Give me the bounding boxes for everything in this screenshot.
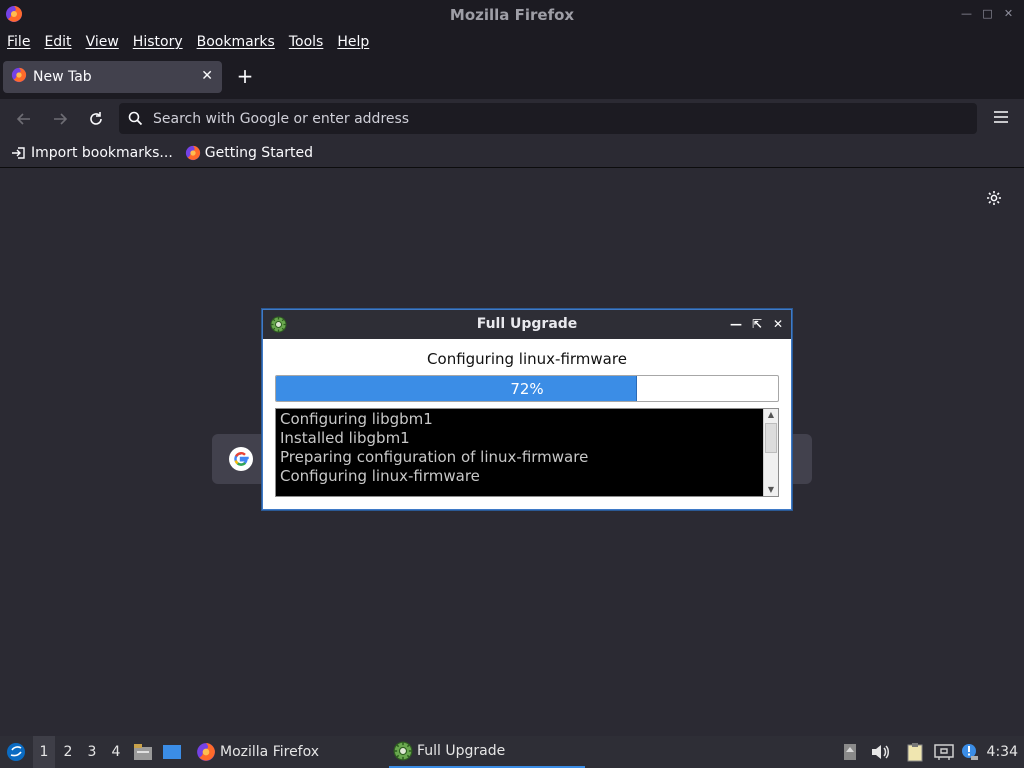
- start-menu-button[interactable]: [4, 736, 28, 768]
- clock: 4:34: [986, 744, 1018, 760]
- new-tab-button[interactable]: +: [234, 65, 256, 87]
- log-lines: Configuring libgbm1 Installed libgbm1 Pr…: [280, 410, 760, 486]
- search-icon: [128, 111, 143, 130]
- dialog-body: Configuring linux-firmware 72% Configuri…: [263, 339, 791, 509]
- network-icon[interactable]: [934, 736, 956, 768]
- back-arrow-icon[interactable]: [13, 108, 35, 130]
- workspace-1[interactable]: 1: [33, 736, 55, 768]
- notification-icon[interactable]: [961, 736, 981, 768]
- clipboard-icon[interactable]: [906, 736, 928, 768]
- import-icon: [12, 147, 25, 159]
- menu-help[interactable]: Help: [337, 34, 369, 50]
- status-text: Configuring linux-firmware: [427, 350, 627, 368]
- gear-icon[interactable]: [986, 190, 1002, 210]
- menu-bookmarks[interactable]: Bookmarks: [197, 34, 275, 50]
- task-label: Mozilla Firefox: [220, 744, 320, 760]
- minimize-icon[interactable]: —: [959, 6, 974, 21]
- window-titlebar: Mozilla Firefox — □ ✕: [0, 0, 1024, 29]
- file-manager-icon[interactable]: [133, 736, 155, 768]
- address-bar[interactable]: [119, 103, 977, 134]
- tab-label: New Tab: [33, 69, 92, 85]
- show-desktop-icon[interactable]: [162, 736, 184, 768]
- log-scrollbar[interactable]: ▲ ▼: [763, 409, 778, 496]
- volume-icon[interactable]: [870, 736, 892, 768]
- update-notifier-icon[interactable]: [843, 736, 861, 768]
- log-output: Configuring libgbm1 Installed libgbm1 Pr…: [275, 408, 779, 497]
- window-title: Mozilla Firefox: [449, 6, 575, 24]
- reload-icon[interactable]: [85, 108, 107, 130]
- task-label: Full Upgrade: [417, 743, 506, 759]
- taskbar: 1 2 3 4 Mozilla Firefox Full Upgrade 4:3…: [0, 736, 1024, 768]
- bookmark-getting-started[interactable]: Getting Started: [185, 145, 313, 161]
- scroll-down-icon[interactable]: ▼: [764, 484, 778, 496]
- minimize-icon[interactable]: —: [729, 317, 743, 331]
- workspace-3[interactable]: 3: [81, 736, 103, 768]
- close-icon[interactable]: ✕: [1001, 6, 1016, 21]
- workspace-2[interactable]: 2: [57, 736, 79, 768]
- dialog-title: Full Upgrade: [476, 316, 578, 332]
- log-line: Preparing configuration of linux-firmwar…: [280, 448, 589, 466]
- progress-label: 72%: [510, 380, 544, 398]
- firefox-icon: [11, 67, 27, 87]
- task-mozilla-firefox[interactable]: Mozilla Firefox: [192, 736, 382, 768]
- maximize-icon[interactable]: □: [980, 6, 995, 21]
- close-tab-icon[interactable]: ✕: [201, 68, 213, 84]
- gear-icon: [393, 741, 413, 761]
- hamburger-menu-icon[interactable]: [994, 111, 1008, 127]
- firefox-icon: [185, 145, 200, 161]
- navigation-toolbar: [0, 99, 1024, 139]
- menu-file[interactable]: File: [7, 34, 30, 50]
- log-line: Configuring linux-firmware: [280, 467, 480, 485]
- full-upgrade-dialog: Full Upgrade — ⇱ ✕ Configuring linux-fir…: [262, 309, 792, 510]
- task-full-upgrade[interactable]: Full Upgrade: [389, 736, 585, 768]
- bookmarks-toolbar: Import bookmarks... Getting Started: [0, 139, 1024, 168]
- scroll-thumb[interactable]: [765, 423, 777, 453]
- menu-bar: File Edit View History Bookmarks Tools H…: [0, 29, 1024, 55]
- menu-view[interactable]: View: [86, 34, 119, 50]
- firefox-icon: [197, 743, 215, 761]
- dialog-titlebar[interactable]: Full Upgrade — ⇱ ✕: [263, 310, 791, 339]
- tab-bar: New Tab ✕: [0, 55, 1024, 99]
- tab-new-tab[interactable]: New Tab ✕: [3, 61, 222, 93]
- bookmark-import[interactable]: Import bookmarks...: [11, 145, 173, 161]
- menu-history[interactable]: History: [133, 34, 183, 50]
- log-line: Configuring libgbm1: [280, 410, 433, 428]
- google-logo-icon: [229, 447, 253, 475]
- progress-bar: 72%: [275, 375, 779, 402]
- menu-tools[interactable]: Tools: [289, 34, 324, 50]
- workspace-4[interactable]: 4: [105, 736, 127, 768]
- close-icon[interactable]: ✕: [771, 317, 785, 331]
- menu-edit[interactable]: Edit: [44, 34, 71, 50]
- bookmark-label: Getting Started: [204, 145, 314, 161]
- bookmark-label: Import bookmarks...: [31, 145, 173, 161]
- maximize-icon[interactable]: ⇱: [750, 317, 764, 331]
- address-input[interactable]: [153, 110, 977, 127]
- scroll-up-icon[interactable]: ▲: [764, 409, 778, 421]
- log-line: Installed libgbm1: [280, 429, 410, 447]
- forward-arrow-icon[interactable]: [49, 108, 71, 130]
- lubuntu-logo-icon: [7, 743, 25, 761]
